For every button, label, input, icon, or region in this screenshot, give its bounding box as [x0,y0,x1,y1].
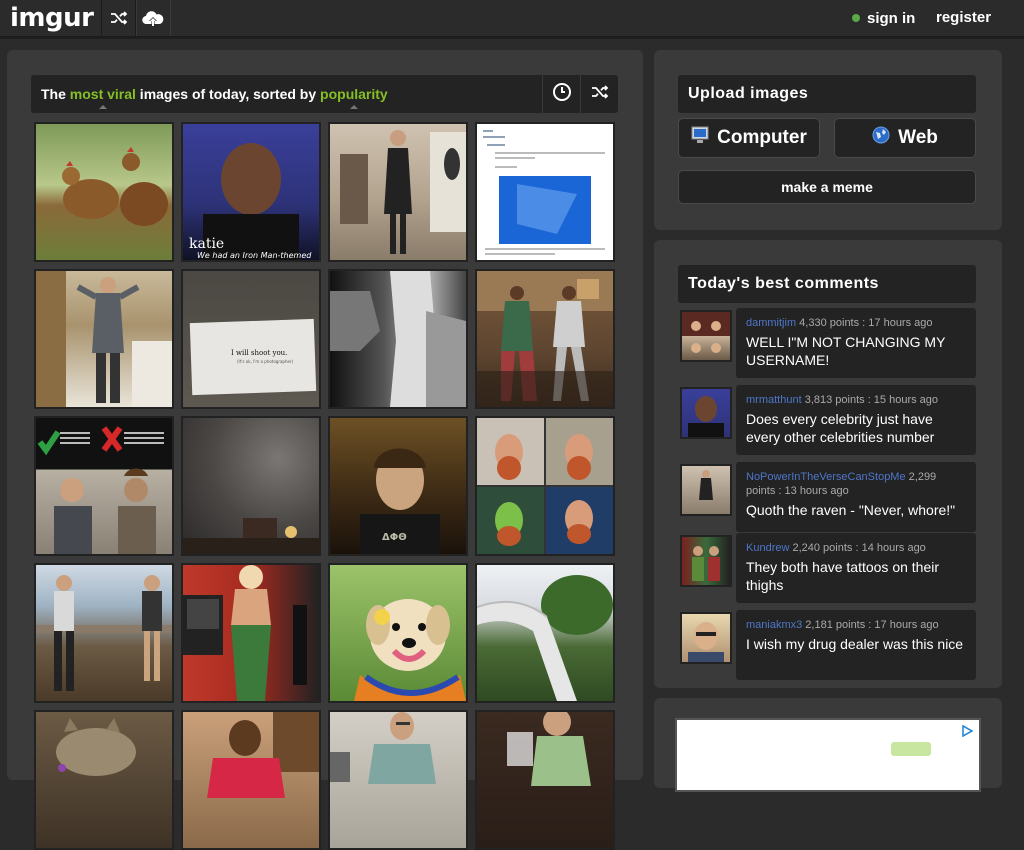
random-button[interactable] [101,0,137,36]
comment-thumbnail[interactable] [680,387,732,439]
comment-thumbnail[interactable] [680,310,732,362]
gallery-thumbnail[interactable] [328,563,468,703]
comment-body: maniakmx3 2,181 points : 17 hours ago I … [736,610,976,680]
comment-meta: maniakmx3 2,181 points : 17 hours ago [746,618,966,632]
comment-meta: mrmatthunt 3,813 points : 15 hours ago [746,393,966,407]
gallery-thumbnail[interactable] [181,563,321,703]
cloud-upload-icon [142,9,164,27]
gallery-thumbnail[interactable] [475,269,615,409]
gallery-thumbnail[interactable]: I will shoot you. (It's ok, I'm a photogr… [181,269,321,409]
comment-text[interactable]: Quoth the raven - "Never, whore!" [746,501,966,519]
comment-username[interactable]: dammitjim [746,317,796,329]
comment-username[interactable]: maniakmx3 [746,619,802,631]
top-bar: imgur sign in register [0,0,1024,37]
gallery-thumbnail[interactable] [34,563,174,703]
gallery-panel: The most viral images of today, sorted b… [7,50,643,850]
comment-points: 3,813 points : 15 hours ago [801,394,939,406]
gallery-thumbnail[interactable] [181,416,321,556]
comment-meta: dammitjim 4,330 points : 17 hours ago [746,316,966,330]
gallery-thumbnail[interactable] [475,563,615,703]
comment-username[interactable]: Kundrew [746,542,789,554]
imgur-logo[interactable]: imgur [10,2,94,34]
gallery-thumbnail[interactable]: katie We had an Iron Man-themed [181,122,321,262]
comment-body: dammitjim 4,330 points : 17 hours ago WE… [736,308,976,378]
upload-button[interactable] [135,0,171,36]
upload-heading: Upload images [678,75,976,113]
comment-meta: Kundrew 2,240 points : 14 hours ago [746,541,966,555]
comment-username[interactable]: NoPowerInTheVerseCanStopMe [746,471,906,483]
status-dot-icon [852,14,860,22]
comment-meta: NoPowerInTheVerseCanStopMe 2,299 points … [746,470,966,498]
shuffle-icon [110,11,128,25]
gallery-thumbnail[interactable] [34,416,174,556]
ad-graphic [891,742,931,756]
comment-body: NoPowerInTheVerseCanStopMe 2,299 points … [736,462,976,532]
globe-icon [872,126,890,150]
comments-heading: Today's best comments [678,265,976,303]
svg-text:ΔΦΘ: ΔΦΘ [382,532,407,543]
svg-text:(It's ok, I'm a photographer): (It's ok, I'm a photographer) [237,359,294,364]
sign-in-label[interactable]: sign in [867,10,915,27]
comment-thumbnail[interactable] [680,612,732,664]
comment-item: maniakmx3 2,181 points : 17 hours ago I … [678,610,976,680]
gallery-thumbnail[interactable] [475,710,615,850]
advertisement[interactable] [675,718,981,792]
shuffle-button[interactable] [580,75,619,113]
shuffle-icon [591,84,609,104]
comment-points: 2,181 points : 17 hours ago [802,619,939,631]
make-meme-button[interactable]: make a meme [678,170,976,204]
clock-icon [552,82,572,107]
title-text: The [41,86,70,102]
comment-item: mrmatthunt 3,813 points : 15 hours ago D… [678,385,976,455]
gallery-thumbnail[interactable] [34,122,174,262]
comments-panel: Today's best comments dammitjim 4,330 po… [654,240,1002,688]
comment-item: Kundrew 2,240 points : 14 hours ago They… [678,533,976,603]
comment-username[interactable]: mrmatthunt [746,394,802,406]
comment-text[interactable]: Does every celebrity just have every oth… [746,410,966,446]
gallery-thumbnail[interactable] [181,710,321,850]
comment-body: mrmatthunt 3,813 points : 15 hours ago D… [736,385,976,455]
comment-item: NoPowerInTheVerseCanStopMe 2,299 points … [678,462,976,532]
divider [0,37,1024,39]
comment-text[interactable]: I wish my drug dealer was this nice [746,635,966,653]
upload-computer-button[interactable]: Computer [678,118,820,158]
gallery-header: The most viral images of today, sorted b… [31,75,618,113]
ad-panel [654,698,1002,792]
comment-points: 4,330 points : 17 hours ago [796,317,933,329]
comment-points: 2,240 points : 14 hours ago [789,542,926,554]
gallery-thumbnail[interactable]: ΔΦΘ [328,416,468,556]
adchoices-icon[interactable] [961,724,974,742]
gallery-title: The most viral images of today, sorted b… [41,75,388,113]
svg-text:I will shoot you.: I will shoot you. [231,349,287,357]
gallery-thumbnail[interactable] [34,710,174,850]
gallery-thumbnail[interactable] [34,269,174,409]
computer-icon [691,126,709,150]
gallery-thumbnail[interactable] [328,710,468,850]
register-link[interactable]: register [936,0,991,36]
comment-text[interactable]: WELL I"M NOT CHANGING MY USERNAME! [746,333,966,369]
comment-item: dammitjim 4,330 points : 17 hours ago WE… [678,308,976,378]
gallery-thumbnail[interactable] [475,122,615,262]
comment-thumbnail[interactable] [680,464,732,516]
time-filter-button[interactable] [542,75,581,113]
gallery-thumbnail[interactable] [328,269,468,409]
sign-in-link[interactable]: sign in [852,0,915,36]
upload-panel: Upload images Computer Web make a meme [654,50,1002,230]
upload-web-button[interactable]: Web [834,118,976,158]
sort-section-link[interactable]: most viral [70,86,136,109]
comment-thumbnail[interactable] [680,535,732,587]
comment-body: Kundrew 2,240 points : 14 hours ago They… [736,533,976,603]
gallery-thumbnail[interactable] [475,416,615,556]
sort-order-link[interactable]: popularity [320,86,388,109]
upload-computer-label: Computer [717,127,807,148]
svg-text:We had an Iron Man-themed: We had an Iron Man-themed [197,251,312,260]
comment-text[interactable]: They both have tattoos on their thighs [746,558,966,594]
upload-web-label: Web [898,127,938,148]
gallery-thumbnail[interactable] [328,122,468,262]
title-text: images of today, sorted by [135,86,321,102]
svg-text:katie: katie [189,236,224,252]
